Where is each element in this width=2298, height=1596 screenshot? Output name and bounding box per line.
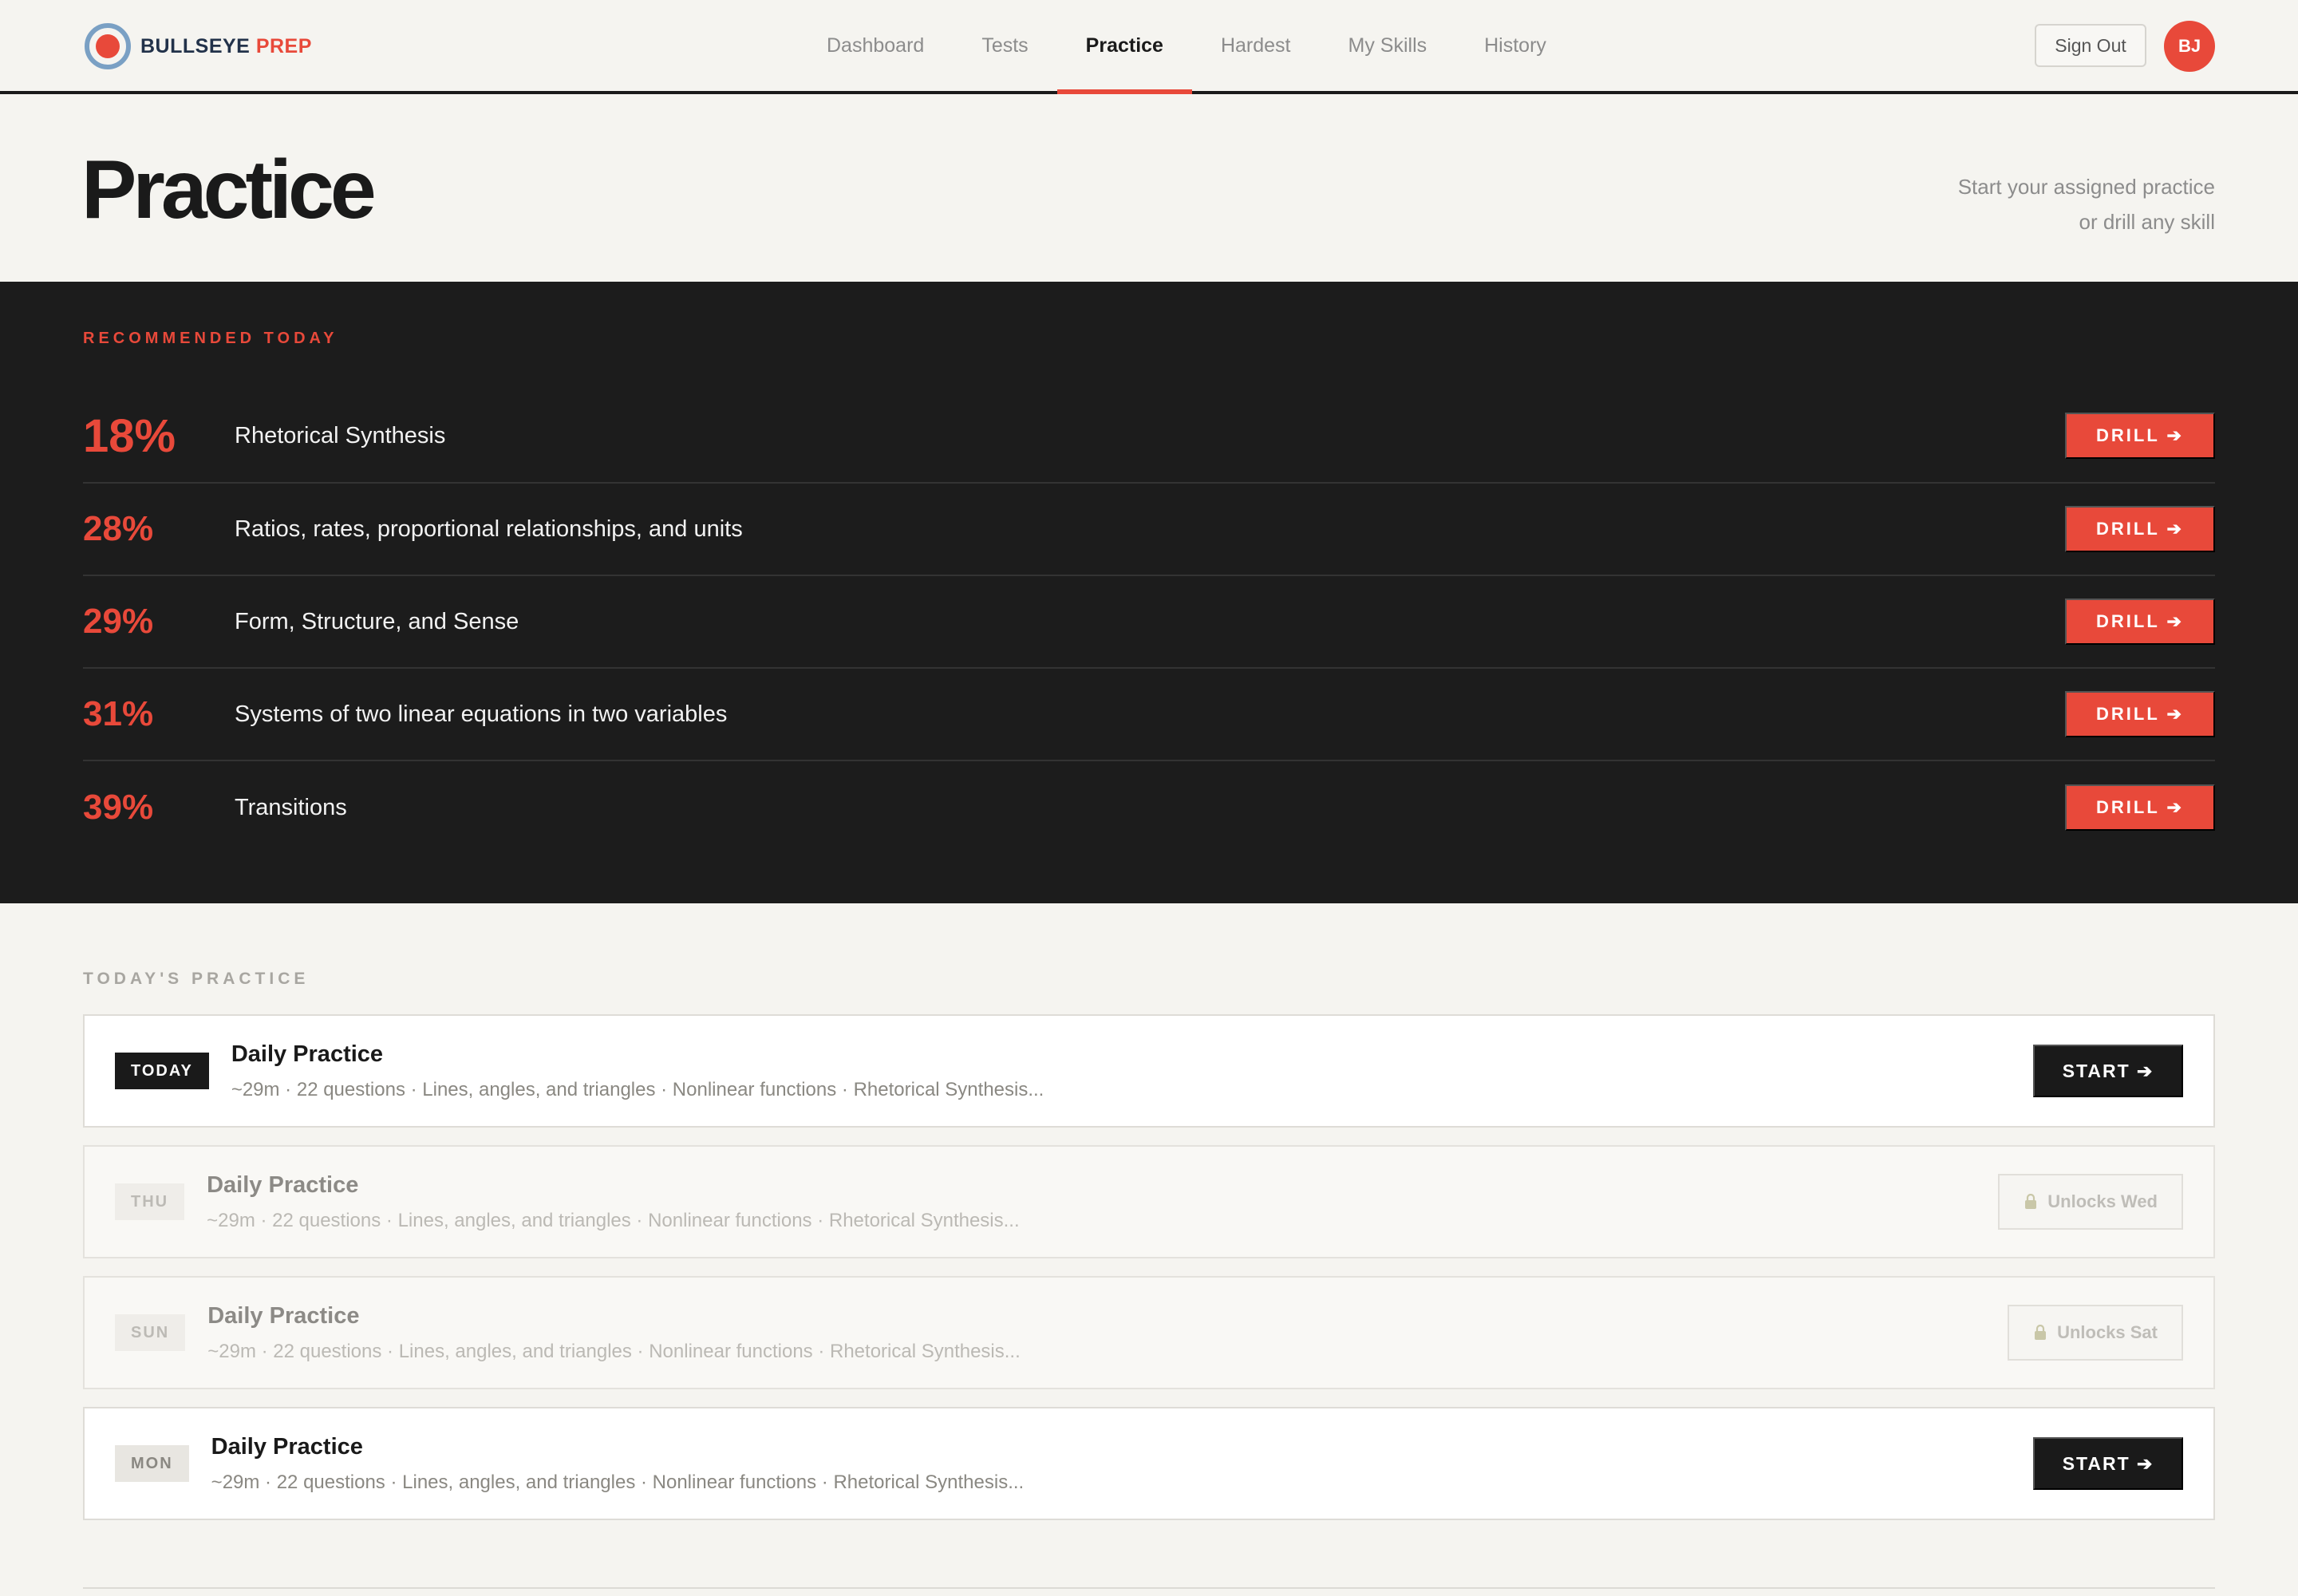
skill-name: Systems of two linear equations in two v… (235, 701, 728, 727)
skill-percent: 29% (83, 602, 154, 641)
practice-card-meta: ~29m · 22 questions · Lines, angles, and… (207, 1209, 1020, 1231)
sign-out-button[interactable]: Sign Out (2035, 24, 2146, 67)
skill-percent: 28% (83, 509, 154, 548)
practice-card-sun: SUN Daily Practice ~29m · 22 questions ·… (83, 1276, 2215, 1389)
drill-button[interactable]: DRILL ➔ (2065, 691, 2215, 737)
practice-card-title: Daily Practice (207, 1171, 359, 1198)
start-button[interactable]: START ➔ (2033, 1437, 2183, 1490)
recommended-row: 31% Systems of two linear equations in t… (83, 669, 2215, 761)
practice-card-text: Daily Practice ~29m · 22 questions · Lin… (207, 1303, 2008, 1363)
start-button[interactable]: START ➔ (2033, 1045, 2183, 1097)
divider (83, 1587, 2215, 1589)
recommended-row: 39% Transitions DRILL ➔ (83, 761, 2215, 854)
nav-tab-tests[interactable]: Tests (953, 0, 1056, 91)
page-subtitle-line-2: or drill any skill (2079, 210, 2216, 234)
recommended-row: 18% Rhetorical Synthesis DRILL ➔ (83, 389, 2215, 484)
unlock-label: Unlocks Wed (2047, 1191, 2158, 1211)
lock-icon (2025, 1194, 2037, 1209)
logo-text-bullseye: BULLSEYE (140, 34, 251, 57)
recommended-row: 29% Form, Structure, and Sense DRILL ➔ (83, 576, 2215, 669)
lock-icon (2035, 1325, 2047, 1340)
skill-name: Transitions (235, 794, 347, 820)
drill-button[interactable]: DRILL ➔ (2065, 598, 2215, 645)
nav-tab-practice[interactable]: Practice (1056, 0, 1193, 94)
recommended-label: RECOMMENDED TODAY (83, 330, 338, 347)
unlock-label: Unlocks Sat (2057, 1322, 2158, 1342)
day-badge: SUN (115, 1314, 186, 1351)
day-badge: TODAY (115, 1053, 209, 1089)
logo-text-prep: PREP (255, 34, 312, 57)
skill-percent: 31% (83, 694, 154, 733)
nav-tab-my-skills[interactable]: My Skills (1320, 0, 1456, 91)
recommended-row: 28% Ratios, rates, proportional relation… (83, 484, 2215, 576)
practice-card-title: Daily Practice (231, 1041, 384, 1067)
todays-practice-label: TODAY'S PRACTICE (83, 970, 310, 988)
logo-text: BULLSEYE PREP (140, 35, 312, 58)
practice-card-title: Daily Practice (211, 1433, 363, 1460)
page-subtitle: Start your assigned practice or drill an… (1736, 169, 2215, 239)
practice-card-mon[interactable]: MON Daily Practice ~29m · 22 questions ·… (83, 1407, 2215, 1520)
practice-card-meta: ~29m · 22 questions · Lines, angles, and… (207, 1340, 1021, 1362)
page-title: Practice (81, 144, 377, 236)
avatar[interactable]: BJ (2164, 21, 2215, 72)
practice-card-today[interactable]: TODAY Daily Practice ~29m · 22 questions… (83, 1014, 2215, 1128)
drill-button[interactable]: DRILL ➔ (2065, 784, 2215, 831)
practice-card-text: Daily Practice ~29m · 22 questions · Lin… (231, 1041, 2033, 1101)
skill-name: Form, Structure, and Sense (235, 608, 519, 634)
nav-tab-hardest[interactable]: Hardest (1192, 0, 1320, 91)
skill-percent: 18% (83, 409, 176, 462)
day-badge: THU (115, 1183, 185, 1220)
practice-card-thu: THU Daily Practice ~29m · 22 questions ·… (83, 1145, 2215, 1258)
top-navigation-bar: BULLSEYE PREP Dashboard Tests Practice H… (0, 0, 2298, 94)
day-badge: MON (115, 1445, 189, 1482)
skill-name: Ratios, rates, proportional relationship… (235, 516, 743, 542)
main-nav: Dashboard Tests Practice Hardest My Skil… (798, 0, 1575, 94)
locked-status-button: Unlocks Sat (2008, 1305, 2183, 1361)
nav-tab-dashboard[interactable]: Dashboard (798, 0, 953, 91)
drill-button[interactable]: DRILL ➔ (2065, 506, 2215, 552)
recommended-section: RECOMMENDED TODAY 18% Rhetorical Synthes… (0, 282, 2298, 903)
locked-status-button: Unlocks Wed (1998, 1174, 2183, 1230)
practice-card-meta: ~29m · 22 questions · Lines, angles, and… (211, 1471, 1025, 1493)
drill-button[interactable]: DRILL ➔ (2065, 413, 2215, 459)
bullseye-icon (85, 23, 131, 69)
logo[interactable]: BULLSEYE PREP (85, 23, 312, 69)
skill-percent: 39% (83, 788, 154, 827)
skill-name: Rhetorical Synthesis (235, 422, 446, 448)
practice-card-title: Daily Practice (207, 1302, 360, 1329)
practice-card-text: Daily Practice ~29m · 22 questions · Lin… (207, 1172, 1998, 1232)
practice-card-meta: ~29m · 22 questions · Lines, angles, and… (231, 1078, 1044, 1100)
nav-tab-history[interactable]: History (1455, 0, 1575, 91)
practice-card-text: Daily Practice ~29m · 22 questions · Lin… (211, 1434, 2033, 1494)
page-subtitle-line-1: Start your assigned practice (1957, 175, 2215, 199)
